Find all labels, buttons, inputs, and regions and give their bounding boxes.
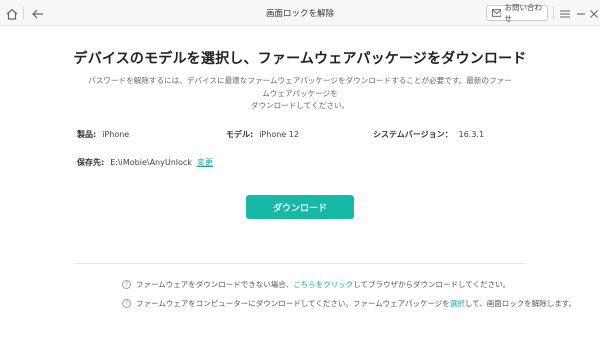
help-text: して、画面ロックを解除します。 [464, 299, 576, 308]
product-info: 製品: iPhone [77, 129, 129, 140]
click-here-link[interactable]: こちらをクリック [293, 279, 353, 290]
page-title: デバイスのモデルを選択し、ファームウェアパッケージをダウンロード [73, 51, 527, 67]
help-icon: ? [122, 299, 131, 308]
description-line: ダウンロードしてください。 [250, 101, 350, 110]
menu-icon[interactable] [558, 6, 572, 20]
mail-icon [492, 9, 502, 17]
minimize-icon[interactable] [574, 6, 588, 20]
title-bar: 画面ロックを解除 お問い合わせ [0, 0, 600, 26]
product-label: 製品: [77, 130, 97, 139]
help-icon: ? [122, 280, 131, 289]
help-line-browser: ? ファームウェアをダウンロードできない場合、 こちらをクリック してブラウザからダ… [122, 279, 510, 290]
system-version-value: 16.3.1 [458, 130, 485, 139]
save-location-value: E:\iMobie\AnyUnlock [110, 158, 192, 167]
close-icon[interactable] [587, 6, 600, 20]
product-value: iPhone [102, 130, 130, 139]
model-info: モデル: iPhone 12 [226, 129, 299, 140]
system-version-label: システムバージョン： [373, 130, 453, 139]
system-version-info: システムバージョン： 16.3.1 [373, 129, 484, 140]
save-location-info: 保存先: E:\iMobie\AnyUnlock 変更 [77, 157, 213, 168]
page-description: パスワードを解除するには、デバイスに最適なファームウェアパッケージをダウンロード… [85, 75, 515, 113]
help-line-select: ? ファームウェアをコンピューターにダウンロードしてください。ファームウェアパッ… [122, 298, 576, 309]
divider [75, 263, 525, 264]
help-text: ファームウェアをダウンロードできない場合、 [136, 280, 294, 289]
help-text: してブラウザからダウンロードしてください。 [353, 280, 511, 289]
select-link[interactable]: 選択 [450, 298, 465, 309]
description-line: パスワードを解除するには、デバイスに最適なファームウェアパッケージをダウンロード… [88, 76, 512, 98]
contact-button-label: お問い合わせ [504, 3, 542, 23]
help-text: ファームウェアをコンピューターにダウンロードしてください。ファームウェアパッケー… [136, 299, 450, 308]
titlebar-divider [553, 7, 554, 19]
model-value: iPhone 12 [259, 130, 299, 139]
model-label: モデル: [226, 130, 254, 139]
save-location-label: 保存先: [77, 158, 105, 167]
change-location-link[interactable]: 変更 [197, 158, 213, 167]
download-button[interactable]: ダウンロード [246, 195, 354, 219]
contact-button[interactable]: お問い合わせ [486, 3, 548, 23]
